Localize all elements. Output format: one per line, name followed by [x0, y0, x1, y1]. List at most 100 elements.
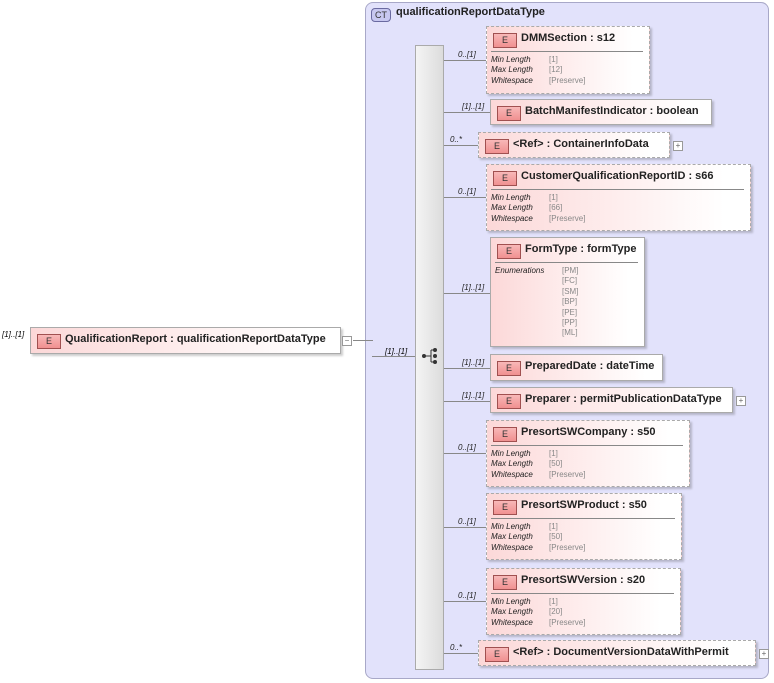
complex-type-badge: CT: [371, 8, 391, 22]
connector-line: [444, 653, 478, 654]
enumeration-value: [PE]: [562, 307, 578, 317]
facet-label: Max Length: [491, 203, 533, 213]
element-name: PresortSWVersion : s20: [521, 574, 646, 586]
complex-type-title: qualificationReportDataType: [396, 6, 545, 18]
occurrence-label: [1]..[1]: [462, 358, 485, 367]
facet-label: Whitespace: [491, 213, 533, 223]
divider: [495, 262, 638, 263]
connector-line: [444, 197, 486, 198]
occurrence-label: 0..*: [450, 135, 463, 144]
element-badge: E: [493, 33, 517, 48]
occurrence-label: 0..[1]: [458, 591, 476, 600]
enumeration-value: [SM]: [562, 286, 579, 296]
divider: [491, 593, 674, 594]
facet-label: Min Length: [491, 193, 531, 202]
child-element[interactable]: E BatchManifestIndicator : boolean: [490, 99, 712, 125]
facet-label: Max Length: [491, 532, 533, 542]
child-element[interactable]: E PresortSWVersion : s20 Min Length [1] Max…: [486, 568, 681, 635]
facet-value: [1]: [549, 449, 558, 458]
connector-line: [353, 340, 365, 341]
occurrence-label: [1]..[1]: [462, 391, 485, 400]
facet-label: Max Length: [491, 65, 533, 75]
element-name: FormType : formType: [525, 243, 637, 255]
connector-line: [444, 601, 486, 602]
facets: Min Length [1] Max Length [50] Whitespace [Pr…: [491, 522, 585, 553]
expand-toggle[interactable]: +: [673, 141, 683, 151]
facet-label: Enumerations: [495, 266, 545, 275]
element-badge: E: [493, 500, 517, 515]
connector-line: [444, 527, 486, 528]
element-name: Preparer : permitPublicationDataType: [525, 393, 722, 405]
sequence-icon: [422, 348, 437, 364]
child-element[interactable]: E DMMSection : s12 Min Length [1] Max Lengt…: [486, 26, 650, 94]
child-element[interactable]: E CustomerQualificationReportID : s66 Min…: [486, 164, 751, 231]
element-name: <Ref> : ContainerInfoData: [513, 138, 649, 150]
root-element-qualification-report[interactable]: E QualificationReport : qualificationRep…: [30, 327, 341, 354]
facet-value: [50]: [549, 459, 563, 469]
connector-line: [444, 401, 490, 402]
facets: Min Length [1] Max Length [12] Whitespace [Pr…: [491, 55, 585, 86]
facet-value: [Preserve]: [549, 542, 586, 552]
element-badge: E: [493, 427, 517, 442]
element-badge: E: [497, 361, 521, 376]
facet-value: [Preserve]: [549, 75, 586, 85]
connector-line: [444, 368, 490, 369]
enumeration-value: [FC]: [562, 276, 578, 286]
child-element[interactable]: E <Ref> : DocumentVersionDataWithPermit: [478, 640, 756, 666]
expand-toggle[interactable]: +: [736, 396, 746, 406]
enumeration-value: [ML]: [562, 328, 578, 338]
facet-label: Max Length: [491, 607, 533, 617]
facets: Min Length [1] Max Length [50] Whitespace [Pr…: [491, 449, 585, 480]
facet-value: [1]: [549, 597, 558, 606]
child-element[interactable]: E FormType : formType Enumerations [PM] [FC…: [490, 237, 645, 347]
facet-value: [1]: [549, 522, 558, 531]
root-occurrence: [1]..[1]: [2, 330, 25, 339]
element-badge: E: [493, 171, 517, 186]
connector-line: [444, 112, 490, 113]
facet-value: [50]: [549, 532, 563, 542]
enumeration-value: [BP]: [562, 297, 578, 307]
divider: [491, 445, 683, 446]
occurrence-label: [1]..[1]: [462, 283, 485, 292]
facet-label: Min Length: [491, 522, 531, 531]
collapse-toggle[interactable]: −: [342, 336, 352, 346]
connector-line: [444, 293, 490, 294]
facet-label: Min Length: [491, 597, 531, 606]
connector-line: [444, 60, 486, 61]
child-element[interactable]: E <Ref> : ContainerInfoData: [478, 132, 670, 158]
sequence-occurrence: [1]..[1]: [385, 347, 408, 356]
facet-value: [1]: [549, 193, 558, 202]
facet-label: Min Length: [491, 449, 531, 458]
connector-line: [444, 453, 486, 454]
element-name: PresortSWCompany : s50: [521, 426, 656, 438]
facet-label: Max Length: [491, 459, 533, 469]
facet-label: Whitespace: [491, 75, 533, 85]
child-element[interactable]: E PresortSWProduct : s50 Min Length [1] Max…: [486, 493, 682, 560]
divider: [491, 51, 643, 52]
element-name: CustomerQualificationReportID : s66: [521, 170, 714, 182]
child-element[interactable]: E PreparedDate : dateTime: [490, 354, 663, 381]
element-badge: E: [485, 139, 509, 154]
element-name: <Ref> : DocumentVersionDataWithPermit: [513, 646, 729, 658]
connector-line: [365, 340, 373, 341]
facet-label: Whitespace: [491, 617, 533, 627]
connector-line: [444, 145, 478, 146]
occurrence-label: 0..[1]: [458, 443, 476, 452]
facet-value: [Preserve]: [549, 213, 586, 223]
element-name: DMMSection : s12: [521, 32, 616, 44]
child-element[interactable]: E PresortSWCompany : s50 Min Length [1] Max…: [486, 420, 690, 487]
divider: [491, 518, 675, 519]
facets: Min Length [1] Max Length [66] Whitespace [Pr…: [491, 193, 585, 224]
facet-label: Whitespace: [491, 469, 533, 479]
connector-line: [372, 356, 415, 357]
expand-toggle[interactable]: +: [759, 649, 769, 659]
facet-value: [20]: [549, 607, 563, 617]
occurrence-label: [1]..[1]: [462, 102, 485, 111]
enumeration-value: [PM]: [562, 266, 579, 275]
element-name: BatchManifestIndicator : boolean: [525, 105, 699, 117]
facet-value: [Preserve]: [549, 469, 586, 479]
facet-label: Whitespace: [491, 542, 533, 552]
facet-value: [12]: [549, 65, 563, 75]
facets: Min Length [1] Max Length [20] Whitespace [Pr…: [491, 597, 585, 628]
child-element[interactable]: E Preparer : permitPublicationDataType: [490, 387, 733, 413]
